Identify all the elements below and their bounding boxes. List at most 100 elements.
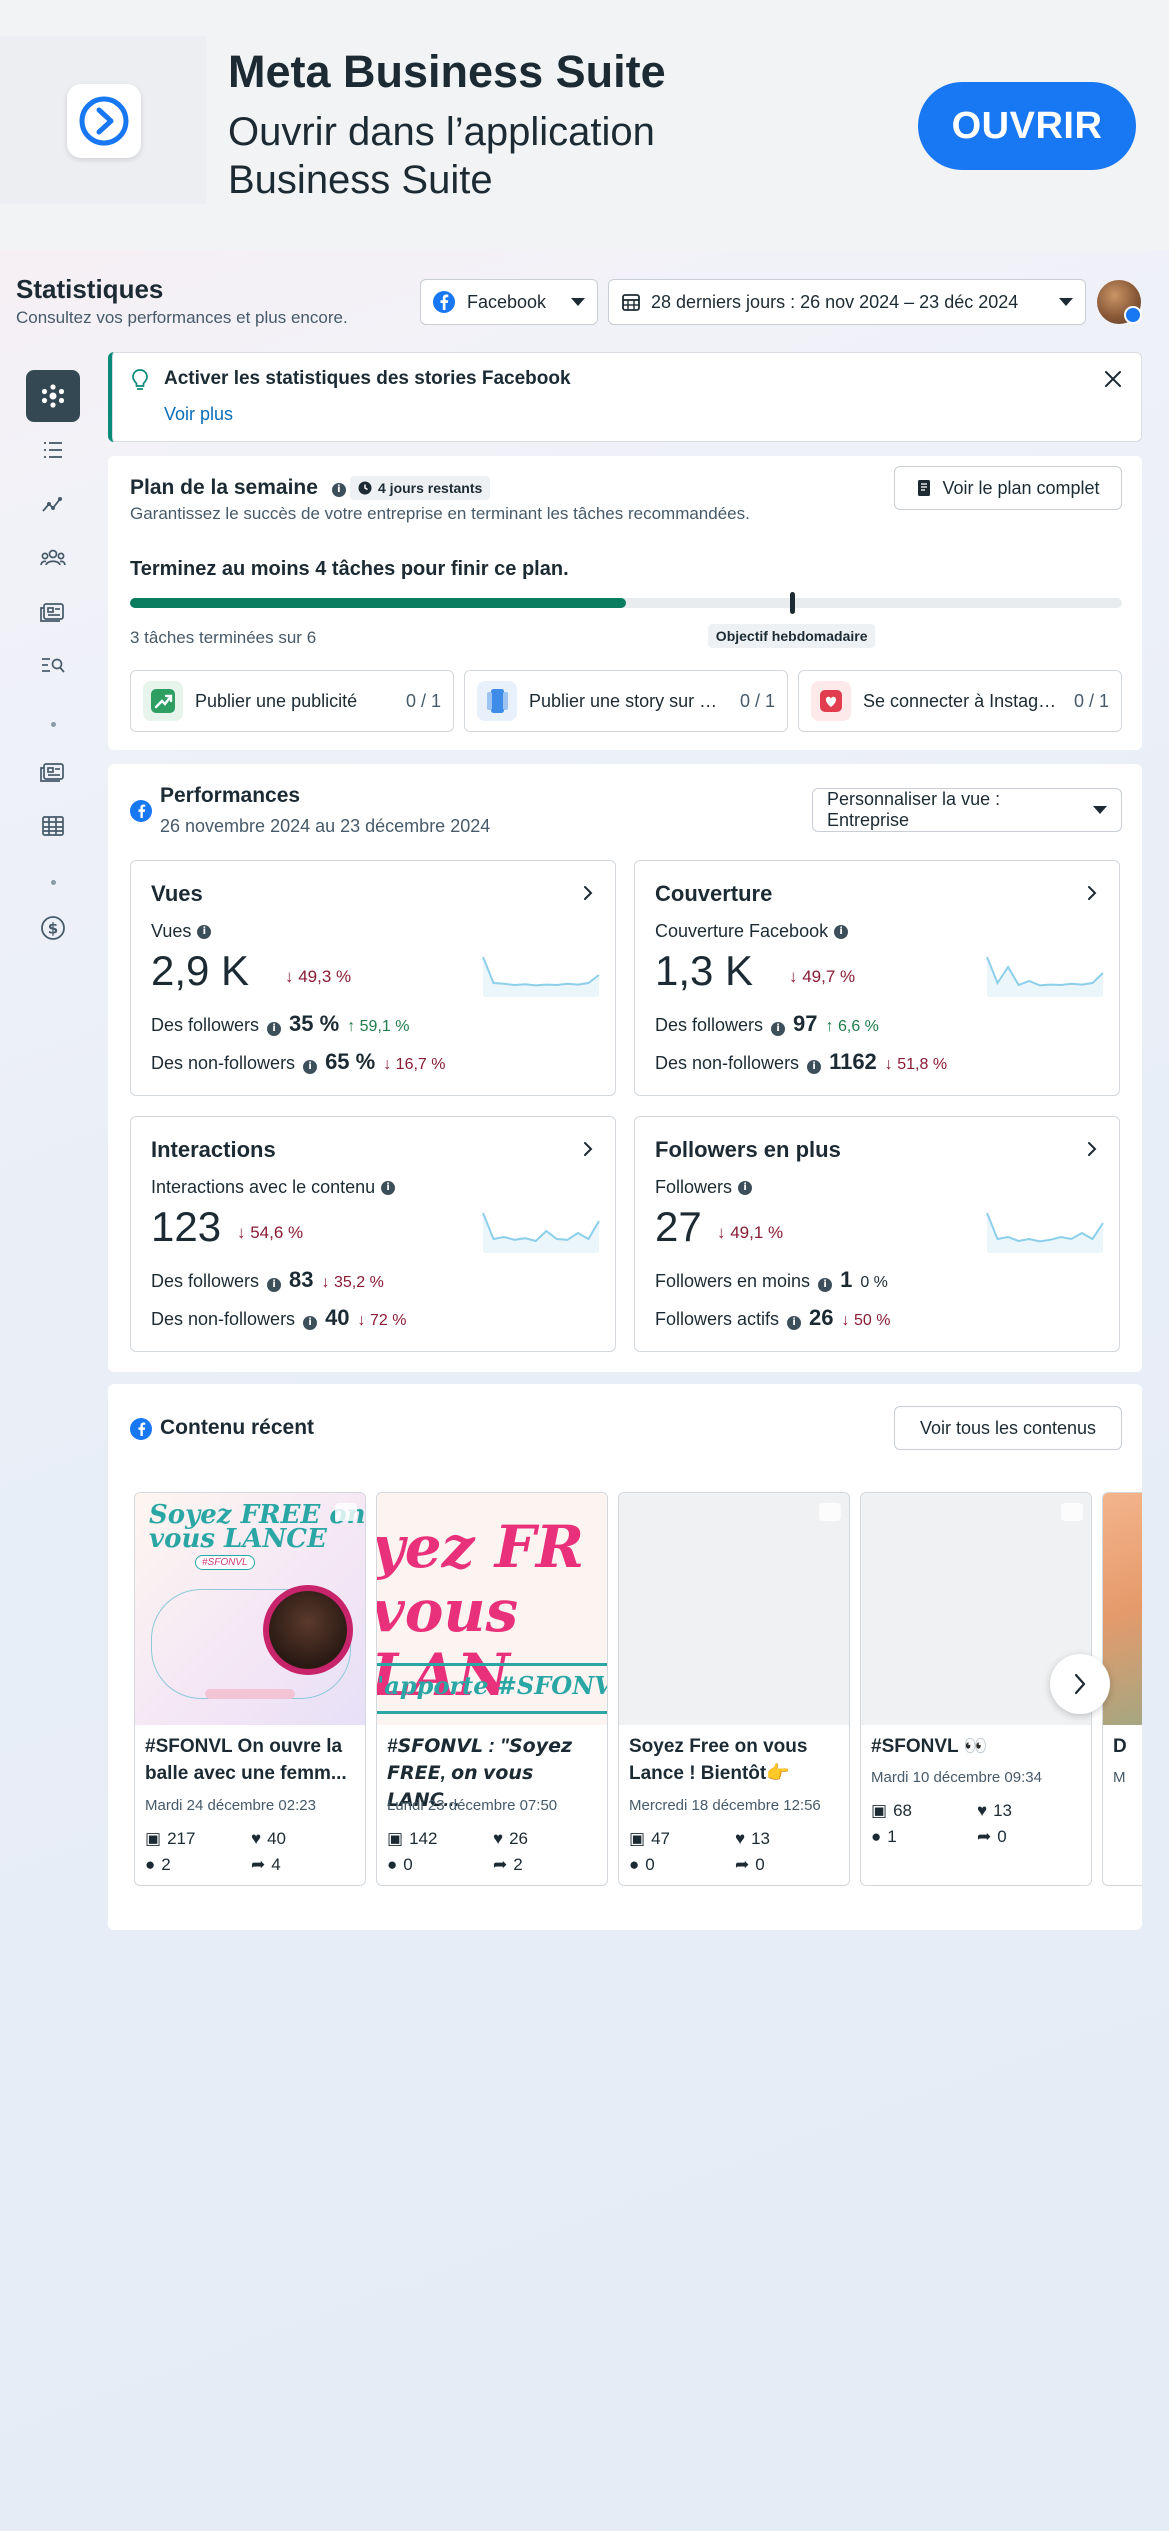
share-icon: ➦ bbox=[977, 1827, 992, 1846]
alert-see-more-link[interactable]: Voir plus bbox=[164, 404, 233, 425]
views-icon: ▣ bbox=[871, 1801, 888, 1820]
thumbnail-hashtag: 'apporte #SFONVI bbox=[377, 1671, 608, 1700]
sidebar-item-overview[interactable] bbox=[26, 370, 80, 422]
chevron-right-icon[interactable] bbox=[1087, 885, 1097, 906]
metric-card[interactable]: Interactions Interactions avec le contenu… bbox=[130, 1116, 616, 1352]
sidebar-item-content[interactable] bbox=[26, 424, 80, 476]
info-icon[interactable]: i bbox=[197, 924, 212, 939]
facebook-icon bbox=[130, 800, 152, 822]
platform-select[interactable]: Facebook bbox=[420, 279, 598, 325]
chevron-right-icon bbox=[1074, 1673, 1086, 1695]
post-date: Lundi 23 décembre 07:50 bbox=[387, 1797, 558, 1814]
views-icon: ▣ bbox=[387, 1829, 404, 1848]
task-connect-instagram[interactable]: Se connecter à Instagram 0 / 1 bbox=[798, 670, 1122, 732]
post-views: ▣ 68 bbox=[871, 1801, 912, 1820]
facebook-badge-icon bbox=[1124, 306, 1142, 324]
task-publish-story[interactable]: Publier une story sur Fa... 0 / 1 bbox=[464, 670, 788, 732]
info-icon[interactable]: i bbox=[381, 1180, 396, 1195]
sidebar-item-search-insights[interactable] bbox=[26, 640, 80, 692]
alert-title: Activer les statistiques des stories Fac… bbox=[164, 368, 571, 389]
metric-row-non-followers: Des non-followers i 65 % ↓ 16,7 % bbox=[151, 1049, 446, 1074]
chevron-right-icon[interactable] bbox=[583, 885, 593, 906]
heart-icon: ♥ bbox=[251, 1829, 262, 1848]
sidebar-separator bbox=[51, 722, 56, 727]
banner-subtitle: Ouvrir dans l’application Business Suite bbox=[228, 110, 655, 202]
post-likes: ♥ 13 bbox=[735, 1829, 771, 1848]
metric-title: Vues bbox=[151, 881, 203, 906]
metric-row-followers: Des followers i 83 ↓ 35,2 % bbox=[151, 1267, 384, 1292]
info-icon[interactable]: i bbox=[303, 1316, 318, 1330]
banner-title: Meta Business Suite bbox=[228, 46, 666, 97]
calendar-icon bbox=[621, 292, 641, 312]
chevron-right-icon[interactable] bbox=[583, 1141, 593, 1162]
info-icon[interactable]: i bbox=[303, 1060, 318, 1074]
views-icon: ▣ bbox=[629, 1829, 646, 1848]
info-icon[interactable]: i bbox=[818, 1278, 833, 1292]
post-type-icon bbox=[1061, 1503, 1083, 1521]
metric-title: Followers en plus bbox=[655, 1137, 841, 1162]
sidebar-item-monetization[interactable]: $ bbox=[26, 902, 80, 954]
weekly-goal-marker bbox=[789, 592, 795, 614]
sidebar-item-ads[interactable] bbox=[26, 586, 80, 638]
info-icon[interactable]: i bbox=[771, 1022, 786, 1036]
date-range-select[interactable]: 28 derniers jours : 26 nov 2024 – 23 déc… bbox=[608, 279, 1086, 325]
metric-card[interactable]: Followers en plus Followers i 27 ↓ 49,1 % Fol… bbox=[634, 1116, 1120, 1352]
post-comments: ● 0 bbox=[387, 1855, 413, 1874]
carousel-next-button[interactable] bbox=[1050, 1654, 1110, 1714]
post-card[interactable]: Soyez Free on vous Lance ! Bientôt👉 Merc… bbox=[618, 1492, 850, 1886]
metric-sparkline bbox=[986, 956, 1104, 997]
metric-row-followers: Followers en moins i 1 0 % bbox=[655, 1267, 888, 1292]
sidebar-item-news[interactable] bbox=[26, 746, 80, 798]
view-full-plan-button[interactable]: Voir le plan complet bbox=[894, 466, 1122, 510]
metric-value: 2,9 K bbox=[151, 947, 250, 994]
caret-down-icon bbox=[571, 298, 585, 306]
performances-title: Performances bbox=[160, 784, 301, 807]
info-icon[interactable]: i bbox=[834, 924, 849, 939]
svg-text:$: $ bbox=[48, 920, 58, 938]
info-icon[interactable]: i bbox=[807, 1060, 822, 1074]
metric-delta: ↓ 49,1 % bbox=[717, 1223, 784, 1242]
weekly-plan-card: Plan de la semaine i 4 jours restants Ga… bbox=[108, 456, 1142, 750]
views-icon: ▣ bbox=[145, 1829, 162, 1848]
post-views: ▣ 217 bbox=[145, 1829, 196, 1848]
close-icon[interactable] bbox=[1104, 370, 1122, 393]
post-date: Mardi 24 décembre 02:23 bbox=[145, 1797, 316, 1814]
info-icon[interactable]: i bbox=[787, 1316, 802, 1330]
customize-view-select[interactable]: Personnaliser la vue : Entreprise bbox=[812, 788, 1122, 832]
thumbnail-hashtag: #SFONVL bbox=[195, 1555, 255, 1570]
info-icon[interactable]: i bbox=[331, 483, 346, 497]
metric-card[interactable]: Couverture Couverture Facebook i 1,3 K ↓ 49,… bbox=[634, 860, 1120, 1096]
post-shares: ➦ 2 bbox=[493, 1855, 523, 1874]
platform-select-label: Facebook bbox=[467, 291, 547, 312]
post-type-icon bbox=[819, 1503, 841, 1521]
heart-icon: ♥ bbox=[493, 1829, 504, 1848]
sidebar-item-trends[interactable] bbox=[26, 478, 80, 530]
metric-row-followers: Des followers i 35 % ↑ 59,1 % bbox=[151, 1011, 410, 1036]
sidebar-item-audience[interactable] bbox=[26, 532, 80, 584]
chevron-right-icon[interactable] bbox=[1087, 1141, 1097, 1162]
metric-card[interactable]: Vues Vues i 2,9 K ↓ 49,3 % Des followers i 35 %… bbox=[130, 860, 616, 1096]
post-title: D bbox=[1113, 1736, 1127, 1757]
metric-value: 1,3 K bbox=[655, 947, 754, 994]
post-title: #SFONVL On ouvre la balle avec une femm.… bbox=[145, 1736, 347, 1784]
post-likes: ♥ 26 bbox=[493, 1829, 529, 1848]
info-icon[interactable]: i bbox=[267, 1278, 282, 1292]
post-card[interactable]: yez FR vous LAN 'apporte #SFONVI #𝙎𝙁𝙊𝙉𝙑𝙇… bbox=[376, 1492, 608, 1886]
metric-sparkline bbox=[482, 956, 600, 997]
post-shares: ➦ 4 bbox=[251, 1855, 281, 1874]
view-all-content-button[interactable]: Voir tous les contenus bbox=[894, 1406, 1122, 1450]
open-app-button[interactable]: OUVRIR bbox=[918, 82, 1136, 170]
post-title: Soyez Free on vous Lance ! Bientôt👉 bbox=[629, 1736, 808, 1784]
info-icon[interactable]: i bbox=[267, 1022, 282, 1036]
sidebar-item-table[interactable] bbox=[26, 800, 80, 852]
plan-progress-bar bbox=[130, 592, 1122, 614]
info-icon[interactable]: i bbox=[738, 1180, 753, 1195]
thumbnail-headline: Soyez FREE on vous LANCE bbox=[149, 1500, 366, 1554]
metric-delta: ↓ 49,7 % bbox=[789, 967, 856, 986]
task-publish-ad[interactable]: Publier une publicité 0 / 1 bbox=[130, 670, 454, 732]
post-card[interactable]: Soyez FREE on vous LANCE #SFONVL #SFONVL… bbox=[134, 1492, 366, 1886]
post-thumbnail: Soyez FREE on vous LANCE #SFONVL bbox=[135, 1493, 366, 1725]
comment-icon: ● bbox=[629, 1855, 640, 1874]
comment-icon: ● bbox=[871, 1827, 882, 1846]
metric-label: Followers i bbox=[655, 1177, 753, 1198]
